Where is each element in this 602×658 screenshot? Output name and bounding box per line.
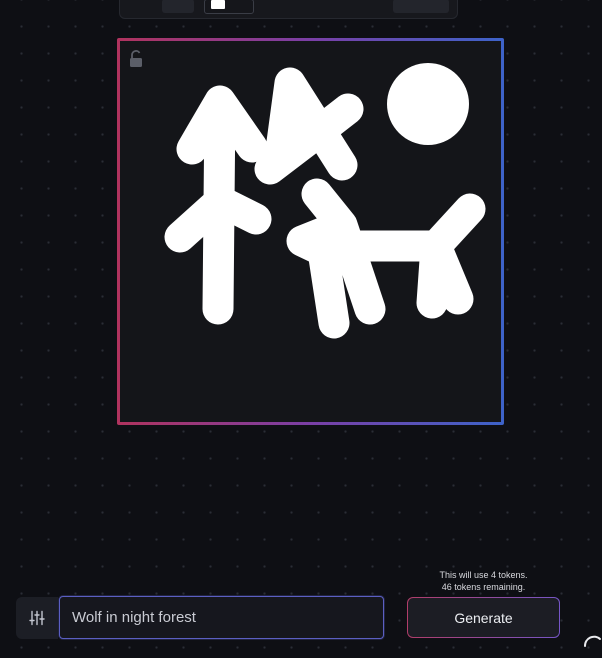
toolbar-button[interactable] — [162, 0, 194, 13]
toolbar-button[interactable] — [393, 0, 449, 13]
loading-spinner-icon — [583, 635, 601, 647]
prompt-value: Wolf in night forest — [72, 609, 196, 626]
sliders-icon — [29, 610, 45, 626]
generate-button-label: Generate — [454, 609, 513, 626]
token-cost-text: This will use 4 tokens. — [439, 570, 528, 580]
settings-button[interactable] — [16, 597, 58, 639]
sketch-strokes — [164, 63, 486, 339]
color-swatch — [211, 0, 225, 9]
prompt-input[interactable]: Wolf in night forest — [59, 596, 384, 639]
tokens-remaining-text: 46 tokens remaining. — [441, 582, 526, 592]
brush-color-picker[interactable] — [204, 0, 254, 14]
top-toolbar — [119, 0, 458, 19]
generate-button[interactable]: Generate — [407, 597, 560, 638]
drawing-canvas-frame — [117, 38, 504, 425]
token-usage-note: This will use 4 tokens. 46 tokens remain… — [408, 569, 559, 593]
drawing-canvas[interactable] — [120, 41, 501, 422]
